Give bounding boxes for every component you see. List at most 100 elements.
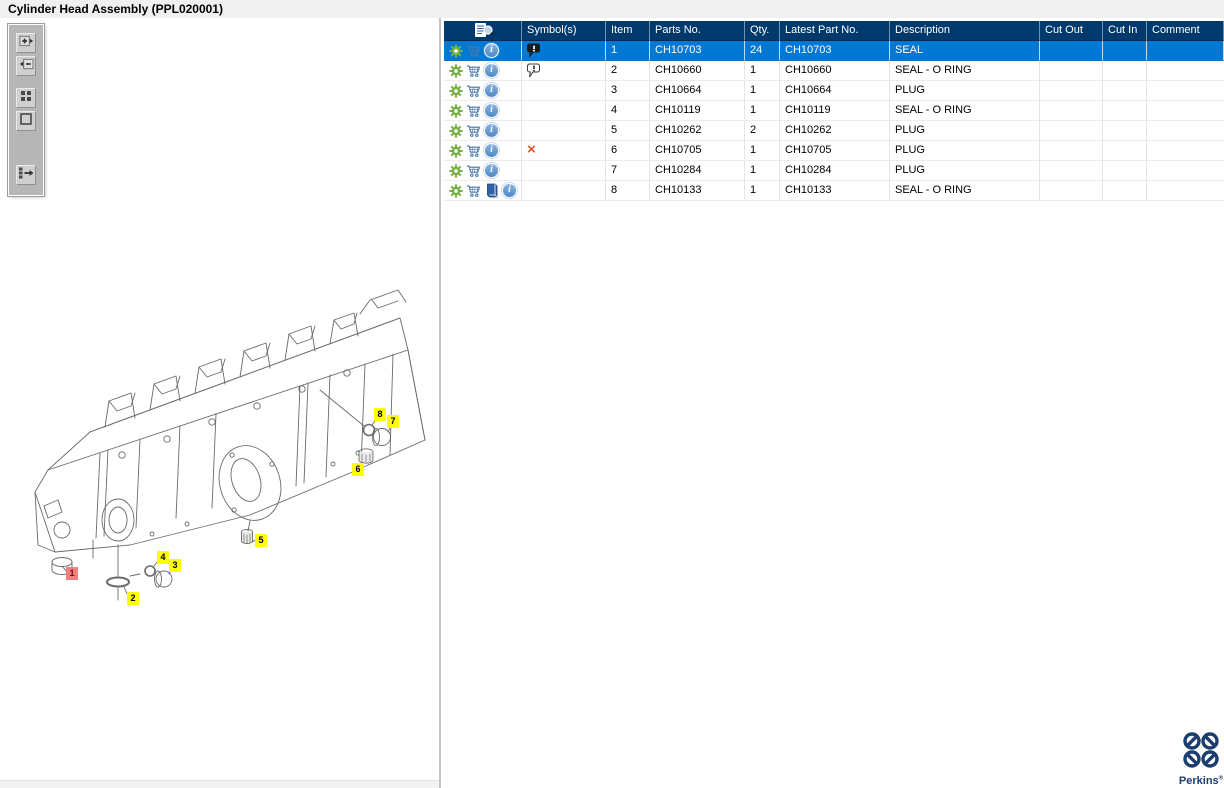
parts-no-cell: CH10660 [650,61,745,81]
parts-no-cell: CH10133 [650,181,745,201]
tile-view-button[interactable] [16,88,36,108]
comment-cell [1147,101,1224,121]
column-header-cut-in[interactable]: Cut In [1103,21,1147,41]
cart-icon[interactable] [466,123,481,138]
cut-out-cell [1040,101,1103,121]
table-row[interactable]: 5CH102622CH10262PLUG [444,121,1224,141]
red-x-icon: × [527,141,536,158]
book-icon[interactable] [484,183,499,198]
cart-icon[interactable] [466,63,481,78]
column-header-comment[interactable]: Comment [1147,21,1224,41]
callout-4[interactable]: 4 [157,551,169,564]
info-icon[interactable] [484,43,499,58]
cart-icon[interactable] [466,103,481,118]
item-cell: 5 [606,121,650,141]
note-outline-icon [527,61,541,79]
symbol-cell [522,161,606,181]
diagram-horizontal-scrollbar[interactable] [0,780,439,788]
callout-6[interactable]: 6 [352,463,364,476]
callout-8[interactable]: 8 [374,408,386,421]
comment-cell [1147,81,1224,101]
table-row[interactable]: 4CH101191CH10119SEAL - O RING [444,101,1224,121]
toggle-panel-button[interactable] [16,165,36,185]
cart-icon[interactable] [466,163,481,178]
zoom-in-button[interactable] [16,33,36,53]
perkins-rings-icon [1183,732,1219,768]
info-icon[interactable] [484,103,499,118]
cut-out-cell [1040,161,1103,181]
symbol-cell [522,61,606,81]
info-icon[interactable] [484,123,499,138]
qty-cell: 2 [745,121,780,141]
row-actions [444,121,522,141]
gear-icon[interactable] [448,183,463,198]
cut-in-cell [1103,81,1147,101]
diagram-panel[interactable]: 12345678 [0,18,441,788]
callout-3[interactable]: 3 [169,559,181,572]
zoom-out-button[interactable] [16,56,36,76]
gear-icon[interactable] [448,103,463,118]
qty-cell: 1 [745,181,780,201]
column-header-qty[interactable]: Qty. [745,21,780,41]
column-header-actions[interactable] [444,21,522,41]
column-header-symbol-s[interactable]: Symbol(s) [522,21,606,41]
callout-5[interactable]: 5 [255,534,267,547]
zoom-out-icon [19,57,34,76]
parts-no-cell: CH10119 [650,101,745,121]
info-icon[interactable] [502,183,517,198]
column-header-description[interactable]: Description [890,21,1040,41]
table-row[interactable]: ×6CH107051CH10705PLUG [444,141,1224,161]
callout-2[interactable]: 2 [127,592,139,605]
parts-no-cell: CH10705 [650,141,745,161]
qty-cell: 1 [745,141,780,161]
latest-part-no-cell: CH10133 [780,181,890,201]
cart-icon[interactable] [466,183,481,198]
cart-icon[interactable] [466,43,481,58]
column-header-latest-part-no[interactable]: Latest Part No. [780,21,890,41]
symbol-cell: × [522,141,606,161]
column-header-parts-no[interactable]: Parts No. [650,21,745,41]
cut-out-cell [1040,41,1103,61]
gear-icon[interactable] [448,43,463,58]
table-row[interactable]: 3CH106641CH10664PLUG [444,81,1224,101]
cut-out-cell [1040,81,1103,101]
gear-icon[interactable] [448,83,463,98]
comment-cell [1147,121,1224,141]
latest-part-no-cell: CH10705 [780,141,890,161]
symbol-cell [522,181,606,201]
info-icon[interactable] [484,63,499,78]
latest-part-no-cell: CH10119 [780,101,890,121]
info-icon[interactable] [484,143,499,158]
column-header-cut-out[interactable]: Cut Out [1040,21,1103,41]
cart-icon[interactable] [466,83,481,98]
parts-no-cell: CH10284 [650,161,745,181]
qty-cell: 1 [745,61,780,81]
cut-in-cell [1103,141,1147,161]
table-row[interactable]: 8CH101331CH10133SEAL - O RING [444,181,1224,201]
info-icon[interactable] [484,163,499,178]
qty-cell: 1 [745,81,780,101]
gear-icon[interactable] [448,163,463,178]
table-row[interactable]: 2CH106601CH10660SEAL - O RING [444,61,1224,81]
gear-icon[interactable] [448,123,463,138]
toggle-panel-icon [18,166,34,185]
callout-1[interactable]: 1 [66,567,78,580]
gear-icon[interactable] [448,63,463,78]
info-icon[interactable] [484,83,499,98]
column-header-item[interactable]: Item [606,21,650,41]
cart-icon[interactable] [466,143,481,158]
description-cell: PLUG [890,161,1040,181]
description-cell: SEAL [890,41,1040,61]
cut-out-cell [1040,181,1103,201]
cylinder-head-drawing [34,289,426,601]
fit-view-button[interactable] [16,111,36,131]
table-row[interactable]: 1CH1070324CH10703SEAL [444,41,1224,61]
gear-icon[interactable] [448,143,463,158]
table-row[interactable]: 7CH102841CH10284PLUG [444,161,1224,181]
description-cell: SEAL - O RING [890,181,1040,201]
qty-cell: 24 [745,41,780,61]
description-cell: PLUG [890,81,1040,101]
row-actions [444,61,522,81]
cut-out-cell [1040,61,1103,81]
callout-7[interactable]: 7 [387,415,399,428]
